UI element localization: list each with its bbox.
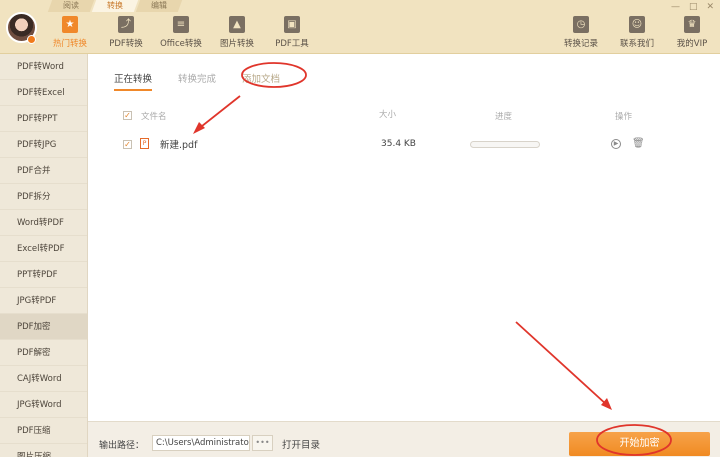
sidebar-item-pdf-compress[interactable]: PDF压缩 bbox=[0, 418, 87, 444]
nav-contact[interactable]: ☺ 联系我们 bbox=[609, 16, 665, 49]
header-size: 大小 bbox=[379, 110, 397, 120]
crown-icon: ♛ bbox=[684, 16, 700, 33]
nav-vip[interactable]: ♛ 我的VIP bbox=[664, 16, 720, 49]
image-icon: ▲ bbox=[229, 16, 245, 33]
progress-bar bbox=[470, 141, 540, 148]
minimize-icon[interactable]: — bbox=[671, 2, 680, 12]
nav-pdf-convert[interactable]: ⤴ PDF转换 bbox=[98, 16, 154, 49]
tab-done[interactable]: 转换完成 bbox=[178, 71, 216, 91]
headset-icon: ☺ bbox=[629, 16, 645, 33]
tab-read[interactable]: 阅读 bbox=[47, 0, 95, 12]
sidebar-item-word-to-pdf[interactable]: Word转PDF bbox=[0, 210, 87, 236]
sidebar-item-excel-to-pdf[interactable]: Excel转PDF bbox=[0, 236, 87, 262]
subtabs: 正在转换 转换完成 添加文档 bbox=[114, 71, 306, 91]
sidebar-item-caj-to-word[interactable]: CAJ转Word bbox=[0, 366, 87, 392]
table-header: ✓ 文件名 大小 进度 操作 bbox=[123, 110, 703, 124]
header-filename: 文件名 bbox=[141, 112, 167, 122]
maximize-icon[interactable]: □ bbox=[689, 2, 698, 12]
sidebar-item-pdf-to-jpg[interactable]: PDF转JPG bbox=[0, 132, 87, 158]
nav-pdf-tools[interactable]: ▣ PDF工具 bbox=[264, 16, 320, 49]
sidebar-item-pdf-to-excel[interactable]: PDF转Excel bbox=[0, 80, 87, 106]
sidebar-item-ppt-to-pdf[interactable]: PPT转PDF bbox=[0, 262, 87, 288]
nav-history[interactable]: ◷ 转换记录 bbox=[553, 16, 609, 49]
sidebar-item-image-compress[interactable]: 图片压缩 bbox=[0, 444, 87, 457]
close-icon[interactable]: ✕ bbox=[706, 2, 714, 12]
main-panel: 正在转换 转换完成 添加文档 ✓ 文件名 大小 进度 操作 ✓ P 新建.pdf… bbox=[88, 54, 720, 421]
sidebar-item-pdf-encrypt[interactable]: PDF加密 bbox=[0, 314, 87, 340]
header-action: 操作 bbox=[615, 112, 633, 122]
select-all-checkbox[interactable]: ✓ bbox=[123, 111, 132, 120]
tab-edit[interactable]: 编辑 bbox=[135, 0, 183, 12]
row-checkbox[interactable]: ✓ bbox=[123, 140, 132, 149]
pdf-file-icon: P bbox=[140, 138, 149, 149]
nav-image-convert[interactable]: ▲ 图片转换 bbox=[209, 16, 265, 49]
sidebar-item-jpg-to-word[interactable]: JPG转Word bbox=[0, 392, 87, 418]
sidebar-item-pdf-merge[interactable]: PDF合并 bbox=[0, 158, 87, 184]
file-size: 35.4 KB bbox=[381, 139, 416, 149]
header-progress: 进度 bbox=[495, 112, 513, 122]
clock-icon: ◷ bbox=[573, 16, 589, 33]
trash-icon[interactable]: 🗑 bbox=[632, 138, 645, 149]
sidebar: PDF转Word PDF转Excel PDF转PPT PDF转JPG PDF合并… bbox=[0, 54, 88, 457]
output-path-label: 输出路径： bbox=[99, 441, 145, 451]
sidebar-item-pdf-split[interactable]: PDF拆分 bbox=[0, 184, 87, 210]
add-document-button[interactable]: 添加文档 bbox=[242, 71, 280, 91]
sidebar-item-pdf-decrypt[interactable]: PDF解密 bbox=[0, 340, 87, 366]
avatar-badge bbox=[27, 35, 36, 44]
pdf-icon: ⤴ bbox=[118, 16, 134, 33]
open-directory-link[interactable]: 打开目录 bbox=[282, 437, 320, 451]
table-row: ✓ P 新建.pdf 35.4 KB ▶ 🗑 bbox=[123, 137, 703, 153]
sidebar-item-pdf-to-word[interactable]: PDF转Word bbox=[0, 54, 87, 80]
nav-hot-convert[interactable]: ★ 热门转换 bbox=[42, 16, 98, 49]
window-controls: — □ ✕ bbox=[671, 2, 714, 12]
bottom-bar: 输出路径： C:\Users\Administrator ••• 打开目录 开始… bbox=[88, 421, 720, 457]
top-bar: 阅读 转换 编辑 — □ ✕ ★ 热门转换 ⤴ PDF转换 ≡ Office转换… bbox=[0, 0, 720, 54]
browse-button[interactable]: ••• bbox=[252, 435, 273, 451]
file-name: 新建.pdf bbox=[160, 140, 198, 151]
document-icon: ≡ bbox=[173, 16, 189, 33]
output-path-field[interactable]: C:\Users\Administrator bbox=[152, 435, 250, 451]
sidebar-item-pdf-to-ppt[interactable]: PDF转PPT bbox=[0, 106, 87, 132]
top-tabs: 阅读 转换 编辑 bbox=[47, 0, 183, 12]
sidebar-item-jpg-to-pdf[interactable]: JPG转PDF bbox=[0, 288, 87, 314]
toolbox-icon: ▣ bbox=[284, 16, 300, 33]
start-encrypt-button[interactable]: 开始加密 bbox=[569, 432, 710, 456]
tab-converting[interactable]: 正在转换 bbox=[114, 71, 153, 91]
play-icon[interactable]: ▶ bbox=[611, 139, 621, 149]
star-icon: ★ bbox=[62, 16, 78, 33]
nav-office-convert[interactable]: ≡ Office转换 bbox=[153, 16, 209, 49]
tab-convert[interactable]: 转换 bbox=[91, 0, 139, 12]
